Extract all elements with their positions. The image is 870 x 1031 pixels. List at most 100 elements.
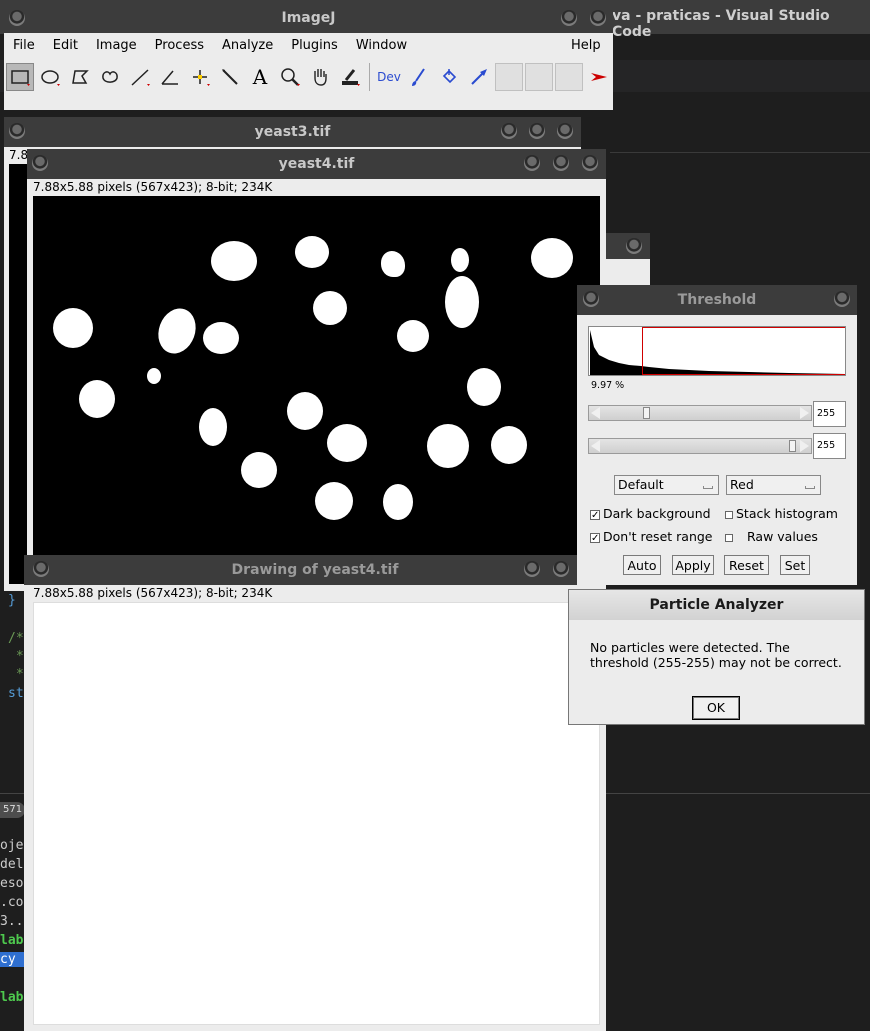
display-select[interactable]: Red	[726, 475, 821, 495]
drawing-window: Drawing of yeast4.tif 7.88x5.88 pixels (…	[24, 555, 606, 1031]
oval-tool-icon[interactable]	[36, 63, 64, 91]
wand-tool-icon[interactable]	[216, 63, 244, 91]
imagej-menubar: File Edit Image Process Analyze Plugins Window…	[4, 34, 613, 58]
close-icon[interactable]	[557, 123, 573, 139]
menu-file[interactable]: File	[4, 34, 44, 58]
maximize-icon[interactable]	[529, 123, 545, 139]
vscode-badge: 571	[0, 802, 26, 818]
menu-process[interactable]: Process	[146, 34, 213, 58]
particle-analyzer-titlebar[interactable]: Particle Analyzer	[569, 590, 864, 620]
slider-right-arrow-icon[interactable]	[800, 440, 809, 452]
yeast4-image[interactable]	[33, 196, 600, 559]
more-tools-icon[interactable]	[585, 63, 613, 91]
menu-plugins[interactable]: Plugins	[282, 34, 347, 58]
flood-fill-tool-icon[interactable]	[435, 63, 463, 91]
minimize-icon[interactable]	[524, 561, 540, 577]
arrow-tool-icon[interactable]	[465, 63, 493, 91]
cell-blob	[147, 368, 161, 384]
min-threshold-slider[interactable]	[588, 405, 812, 421]
window-menu-icon[interactable]	[33, 561, 49, 577]
menu-help[interactable]: Help	[562, 34, 610, 58]
empty-tool-slot	[525, 63, 553, 91]
close-icon[interactable]	[626, 238, 642, 254]
magnifier-tool-icon[interactable]	[276, 63, 304, 91]
dev-menu-icon[interactable]: Dev	[375, 63, 403, 91]
threshold-range-highlight	[642, 327, 845, 375]
dont-reset-range-checkbox[interactable]: ✓ Don't reset range	[590, 529, 713, 544]
cell-blob	[152, 303, 202, 359]
cell-blob	[315, 482, 353, 520]
imagej-title: ImageJ	[281, 10, 336, 26]
window-menu-icon[interactable]	[583, 291, 599, 307]
menu-image[interactable]: Image	[87, 34, 146, 58]
window-menu-icon[interactable]	[9, 123, 25, 139]
dark-background-checkbox[interactable]: ✓ Dark background	[590, 506, 711, 521]
minimize-icon[interactable]	[561, 10, 577, 26]
brush-tool-icon[interactable]	[405, 63, 433, 91]
background-window-titlebar[interactable]	[600, 233, 650, 259]
text-tool-icon[interactable]: A	[246, 63, 274, 91]
raw-values-checkbox[interactable]: Raw values	[725, 529, 818, 544]
max-threshold-field[interactable]: 255	[813, 433, 846, 459]
minimize-icon[interactable]	[501, 123, 517, 139]
imagej-titlebar[interactable]: ImageJ	[4, 3, 613, 33]
threshold-histogram	[588, 326, 846, 376]
maximize-icon[interactable]	[553, 561, 569, 577]
vscode-code-fragment: }	[8, 593, 16, 608]
cell-blob	[531, 238, 573, 278]
cell-blob	[241, 452, 277, 488]
window-menu-icon[interactable]	[9, 10, 25, 26]
slider-thumb[interactable]	[789, 440, 796, 452]
cell-blob	[451, 248, 469, 272]
cell-blob	[397, 320, 429, 352]
drawing-titlebar[interactable]: Drawing of yeast4.tif	[24, 555, 606, 585]
empty-tool-slot	[495, 63, 523, 91]
close-icon[interactable]	[834, 291, 850, 307]
slider-thumb[interactable]	[643, 407, 650, 419]
reset-button[interactable]: Reset	[724, 555, 769, 575]
point-tool-icon[interactable]	[186, 63, 214, 91]
drawing-canvas[interactable]	[33, 602, 600, 1025]
yeast4-titlebar[interactable]: yeast4.tif	[27, 149, 606, 179]
minimize-icon[interactable]	[524, 155, 540, 171]
hand-tool-icon[interactable]	[306, 63, 334, 91]
cell-blob	[295, 236, 329, 268]
rectangle-tool-icon[interactable]	[6, 63, 34, 91]
menu-window[interactable]: Window	[347, 34, 416, 58]
min-threshold-field[interactable]: 255	[813, 401, 846, 427]
angle-tool-icon[interactable]	[156, 63, 184, 91]
cell-blob	[445, 276, 479, 328]
dev-label: Dev	[377, 70, 401, 84]
max-threshold-slider[interactable]	[588, 438, 812, 454]
cell-blob	[53, 308, 93, 348]
polygon-tool-icon[interactable]	[66, 63, 94, 91]
window-menu-icon[interactable]	[32, 155, 48, 171]
apply-button[interactable]: Apply	[672, 555, 714, 575]
line-tool-icon[interactable]	[126, 63, 154, 91]
cell-blob	[199, 408, 227, 446]
yeast3-titlebar[interactable]: yeast3.tif	[4, 117, 581, 147]
slider-left-arrow-icon[interactable]	[591, 407, 600, 419]
yeast4-title: yeast4.tif	[278, 156, 355, 172]
cell-blob	[327, 424, 367, 462]
threshold-titlebar[interactable]: Threshold	[577, 285, 857, 315]
menu-analyze[interactable]: Analyze	[213, 34, 282, 58]
ok-button[interactable]: OK	[692, 696, 740, 720]
set-button[interactable]: Set	[780, 555, 810, 575]
color-picker-tool-icon[interactable]	[336, 63, 364, 91]
freehand-tool-icon[interactable]	[96, 63, 124, 91]
slider-right-arrow-icon[interactable]	[800, 407, 809, 419]
cell-blob	[383, 484, 413, 520]
slider-left-arrow-icon[interactable]	[591, 440, 600, 452]
maximize-icon[interactable]	[590, 10, 606, 26]
cell-blob	[467, 368, 501, 406]
stack-histogram-checkbox[interactable]: Stack histogram	[725, 506, 838, 521]
menu-edit[interactable]: Edit	[44, 34, 87, 58]
yeast4-window: yeast4.tif 7.88x5.88 pixels (567x423); 8…	[27, 149, 606, 559]
close-icon[interactable]	[582, 155, 598, 171]
method-select[interactable]: Default	[614, 475, 719, 495]
threshold-window: Threshold 9.97 % 255 255 Default Red ✓ Da…	[577, 285, 857, 585]
maximize-icon[interactable]	[553, 155, 569, 171]
cell-blob	[381, 251, 405, 277]
auto-button[interactable]: Auto	[623, 555, 661, 575]
